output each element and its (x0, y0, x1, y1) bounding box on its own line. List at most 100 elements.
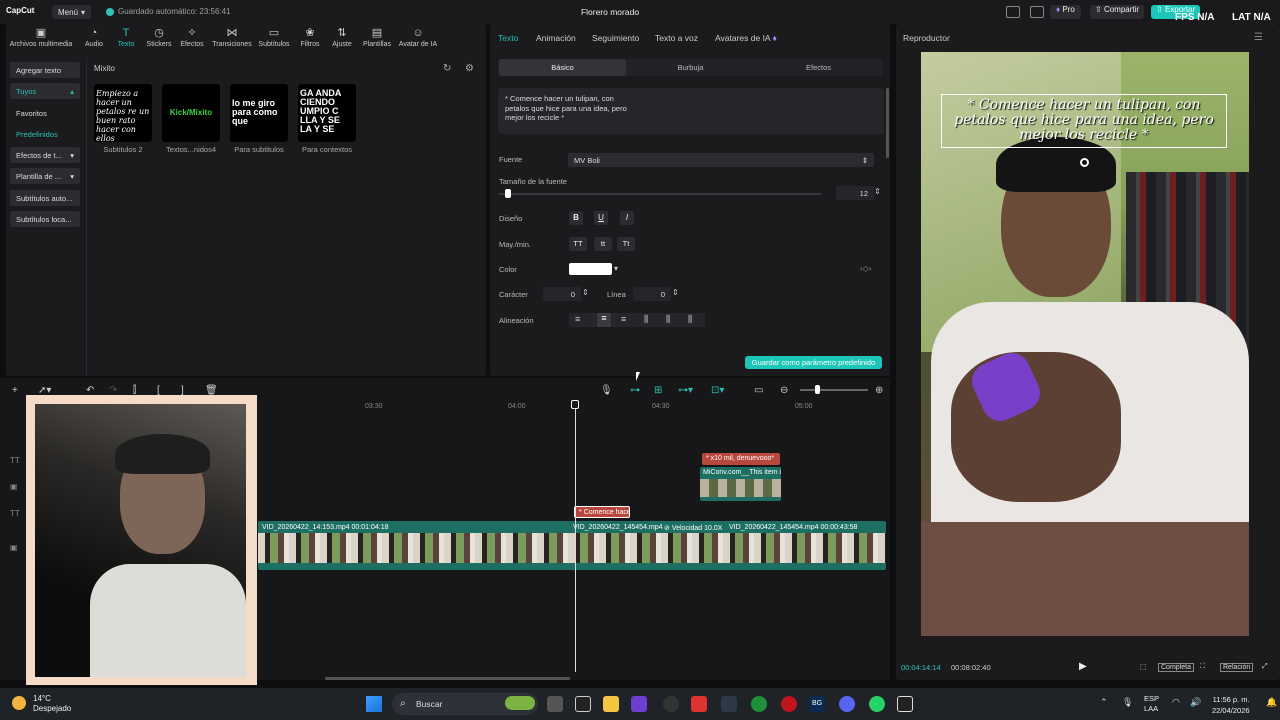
magnet-icon[interactable]: ⊞ (654, 385, 662, 396)
gear-icon[interactable]: ⚙ (465, 63, 474, 74)
moon-icon[interactable] (12, 696, 26, 710)
tab-tracking[interactable]: Seguimiento (592, 33, 639, 43)
media-clip[interactable]: MiConv.com__This item is (700, 467, 781, 501)
pro-button[interactable]: ♦ Pro (1050, 5, 1081, 19)
opera-icon[interactable] (781, 696, 797, 712)
align-middle-icon[interactable]: ⫼ (666, 314, 670, 325)
steam-icon[interactable] (721, 696, 737, 712)
zoom-slider[interactable] (800, 389, 868, 391)
char-spacing-input[interactable]: 0 (543, 287, 581, 301)
crop-icon[interactable]: ⬚ (1140, 663, 1147, 671)
stepper-icon[interactable]: ⇕ (582, 288, 589, 297)
sub-tab-bubble[interactable]: Burbuja (627, 59, 754, 76)
font-size-slider[interactable] (499, 193, 821, 195)
preset-thumb[interactable]: Kick/Mixito (162, 84, 220, 142)
share-button[interactable]: ⇪ Compartir (1090, 5, 1145, 19)
task-view-icon[interactable] (547, 696, 563, 712)
line-spacing-input[interactable]: 0 (633, 287, 671, 301)
uppercase-button[interactable]: TT (569, 237, 587, 251)
xbox-icon[interactable] (751, 696, 767, 712)
tool-stickers[interactable]: ◷ Stickers (144, 28, 174, 49)
tool-transitions[interactable]: ⋈ Transiciones (210, 28, 254, 49)
align-right-icon[interactable]: ≡ (621, 314, 626, 324)
align-top-icon[interactable]: ⫼ (644, 314, 648, 325)
playhead-handle[interactable] (571, 400, 579, 409)
whatsapp-icon[interactable] (869, 696, 885, 712)
menu-icon[interactable]: ☰ (1254, 32, 1263, 43)
preset-thumb[interactable]: lo me giro para como que (230, 84, 288, 142)
tool-ai-avatar[interactable]: ☺ Avatar de IA (396, 28, 440, 49)
underline-button[interactable]: U (594, 211, 608, 225)
sub-tab-effects[interactable]: Efectos (755, 59, 882, 76)
full-button[interactable]: Completa (1158, 663, 1194, 672)
bg-app-icon[interactable]: BG (809, 696, 825, 712)
add-icon[interactable]: + (12, 385, 18, 396)
settings-panel-icon[interactable] (1030, 6, 1044, 18)
play-icon[interactable]: ▶ (1079, 661, 1087, 672)
keyframe-icon[interactable]: ‹◇› (860, 264, 871, 273)
sub-tab-basic[interactable]: Básico (499, 59, 626, 76)
app-icon[interactable] (691, 696, 707, 712)
tool-text[interactable]: T Texto (112, 28, 140, 49)
bold-button[interactable]: B (569, 211, 583, 225)
text-clip[interactable]: * x10 mil, denuevooo* (702, 453, 780, 465)
align-bottom-icon[interactable]: ⫼ (688, 314, 692, 325)
tool-media[interactable]: ▣ Archivos multimedia (6, 28, 76, 49)
tab-text-to-speech[interactable]: Texto a voz (655, 33, 698, 43)
refresh-icon[interactable]: ↻ (443, 63, 451, 74)
stepper-icon[interactable]: ⇕ (874, 187, 881, 196)
clock[interactable]: 11:56 p. m. 22/04/2026 (1212, 694, 1250, 716)
tab-text[interactable]: Texto (498, 33, 518, 43)
zoom-handle[interactable] (815, 385, 820, 394)
menu-button[interactable]: Menú ▾ (52, 5, 92, 19)
sidebar-item-yours[interactable]: Tuyos ▴ (10, 83, 80, 99)
tray-chevron-icon[interactable]: ⌃ (1100, 697, 1108, 708)
app-icon[interactable] (631, 696, 647, 712)
volume-icon[interactable]: 🔊 (1190, 697, 1201, 708)
font-select[interactable]: MV Boli ⇕ (568, 153, 874, 167)
slider-handle[interactable] (505, 189, 511, 198)
sidebar-item-favorites[interactable]: Favoritos (10, 105, 80, 121)
chrome-icon[interactable] (663, 696, 679, 712)
wifi-icon[interactable]: ◠ (1172, 697, 1180, 708)
stepper-icon[interactable]: ⇕ (672, 288, 679, 297)
mic-icon[interactable]: 🎙 (600, 385, 613, 396)
preset-thumb[interactable]: GA ANDA CIENDO UMPIO C LLA Y SE LA Y SE (298, 84, 356, 142)
lowercase-button[interactable]: tt (594, 237, 612, 251)
fit-icon[interactable]: ⛶ (1200, 663, 1205, 671)
tab-ai-avatars[interactable]: Avatares de IA ♦ (715, 33, 777, 43)
titlecase-button[interactable]: Tt (617, 237, 635, 251)
preview-axis-icon[interactable]: ⊡▾ (711, 385, 724, 396)
caption-text[interactable]: * Comence hacer un tulipan, con petalos … (941, 98, 1227, 143)
font-size-input[interactable]: 12 (836, 186, 874, 200)
text-content-field[interactable]: * Comence hacer un tulipan, con petalos … (498, 88, 884, 134)
align-left-icon[interactable]: ≡ (575, 314, 580, 324)
playhead[interactable] (575, 400, 576, 672)
caption-icon[interactable]: ▭ (754, 385, 763, 396)
zoom-in-icon[interactable]: ⊕ (875, 385, 883, 396)
ratio-button[interactable]: Relación (1220, 663, 1254, 672)
link-icon[interactable]: ⊶ (630, 385, 640, 396)
tool-adjust[interactable]: ⇅ Ajuste (328, 28, 356, 49)
sidebar-item-text-effects[interactable]: Efectos de t... ▾ (10, 147, 80, 163)
language-indicator[interactable]: ESP LAA (1144, 694, 1159, 714)
sidebar-item-presets[interactable]: Predefinidos (10, 126, 80, 142)
tool-filters[interactable]: ❀ Filtros (296, 28, 324, 49)
sidebar-item-template[interactable]: Plantilla de ... ▾ (10, 168, 80, 184)
notification-icon[interactable]: 🔔 (1266, 697, 1277, 708)
sidebar-item-local-subtitles[interactable]: Subtítulos loca... (10, 211, 80, 227)
chevron-down-icon[interactable]: ▾ (614, 264, 618, 273)
tab-animation[interactable]: Animación (536, 33, 576, 43)
windows-start-icon[interactable] (366, 696, 382, 712)
snap-icon[interactable]: ⊶▾ (678, 385, 693, 396)
rotate-handle-icon[interactable] (1080, 158, 1089, 167)
color-swatch[interactable] (569, 263, 612, 275)
tool-effects[interactable]: ✧ Efectos (178, 28, 206, 49)
capcut-taskbar-icon[interactable] (575, 696, 591, 712)
fullscreen-icon[interactable]: ⤢ (1262, 663, 1268, 671)
save-preset-button[interactable]: Guardar como parámetro predefinido (745, 356, 882, 369)
tool-subtitles[interactable]: ▭ Subtítulos (256, 28, 292, 49)
italic-button[interactable]: I (620, 211, 634, 225)
file-explorer-icon[interactable] (603, 696, 619, 712)
capcut-active-icon[interactable] (897, 696, 913, 712)
